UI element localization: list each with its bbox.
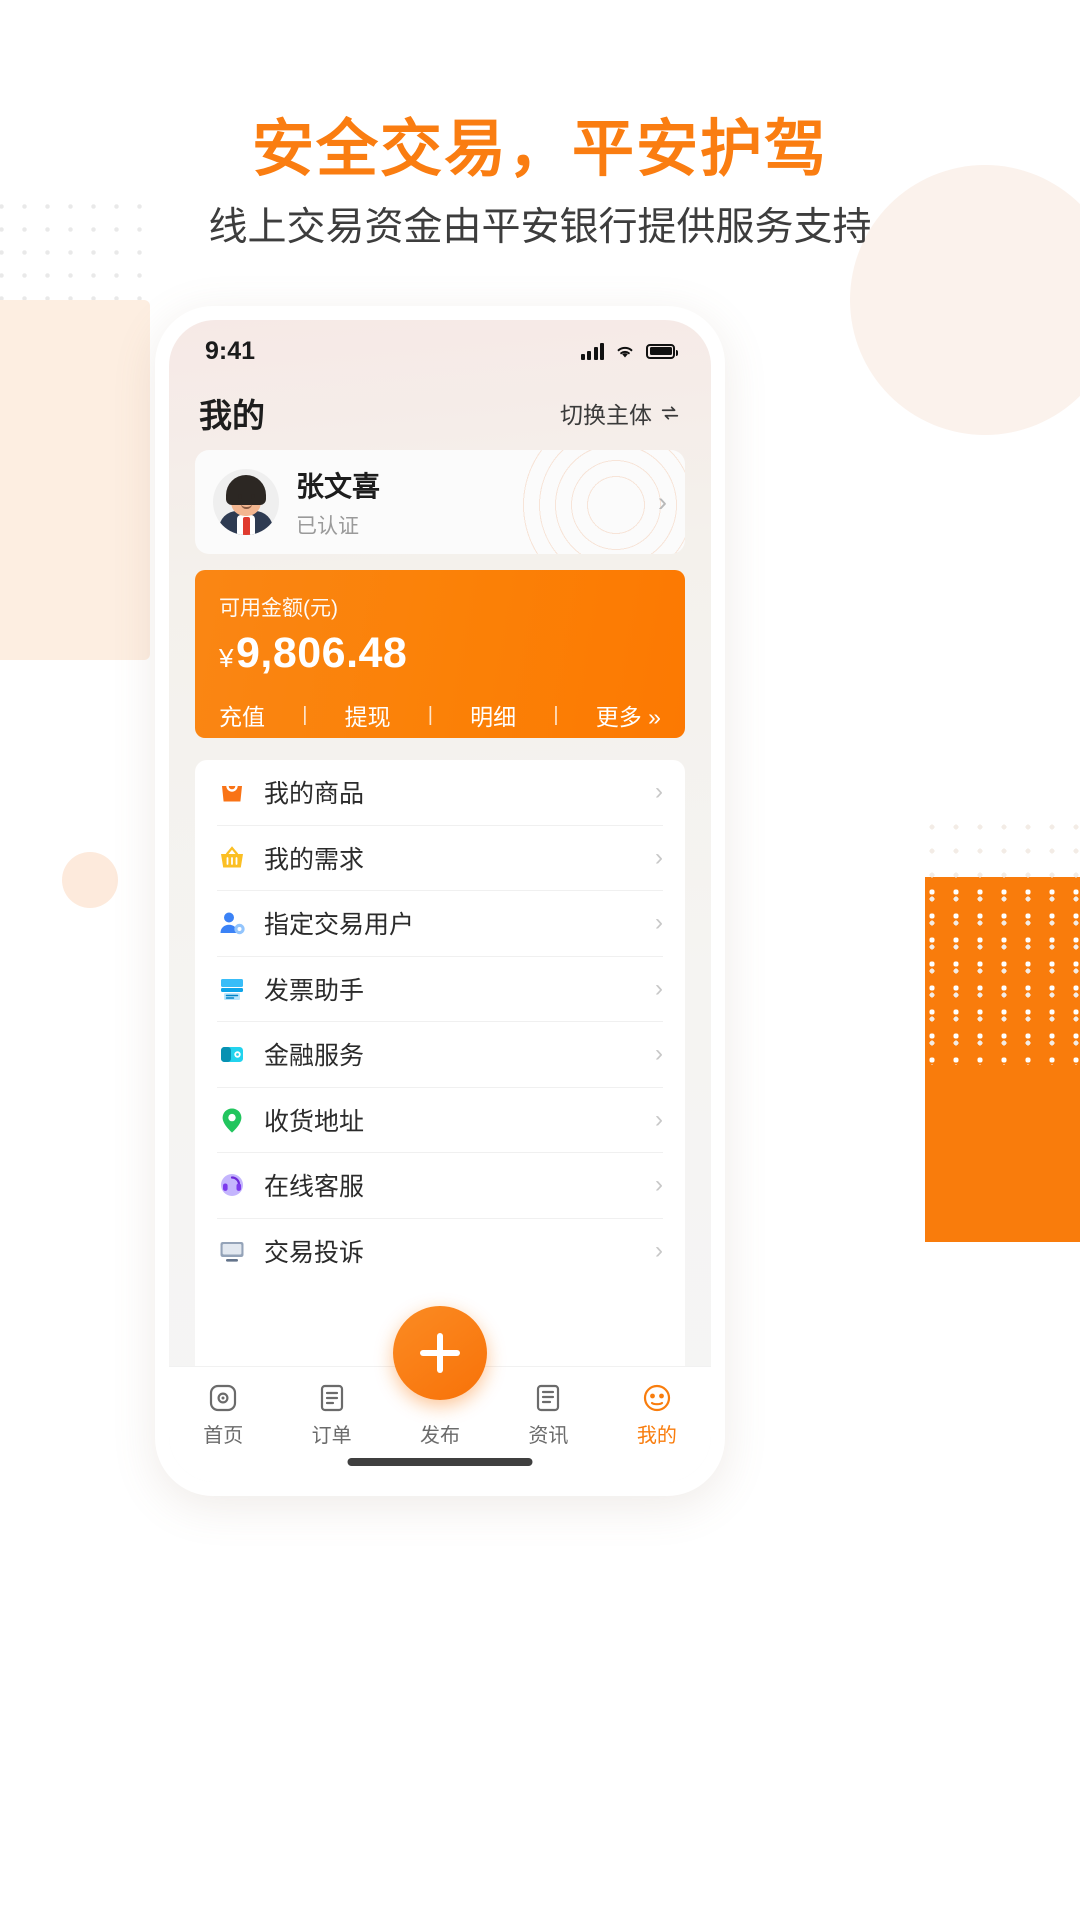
chevron-right-icon: › (655, 909, 663, 937)
invoice-icon (221, 978, 243, 1000)
decor-peach-block (0, 300, 150, 660)
profile-card[interactable]: 张文喜 已认证 › (195, 450, 685, 554)
menu-item-label: 指定交易用户 (264, 911, 415, 940)
switch-entity-button[interactable]: 切换主体 (560, 396, 681, 430)
home-icon (210, 1384, 237, 1412)
avatar (213, 469, 279, 535)
chevron-right-icon: › (655, 974, 663, 1002)
phone-screen: 9:41 我的 切换主体 张文喜 已认证 › 可用金额(元) ¥9,806.48… (169, 320, 711, 1482)
battery-full-icon (646, 343, 678, 359)
menu-item-my-products[interactable]: 我的商品 › (217, 760, 663, 826)
profile-text: 张文喜 已认证 (296, 465, 380, 540)
balance-action-details[interactable]: 明细 (470, 698, 516, 732)
promo-subline: 线上交易资金由平安银行提供服务支持 (208, 206, 872, 249)
tab-home[interactable]: 首页 (169, 1382, 277, 1448)
location-pin-icon (222, 1108, 242, 1133)
chevron-right-icon: › (655, 1237, 663, 1265)
cellular-signal-icon (580, 342, 604, 360)
basket-icon (221, 846, 243, 868)
profile-status: 已认证 (296, 514, 359, 538)
menu-item-transaction-complaint[interactable]: 交易投诉 › (217, 1219, 663, 1285)
menu-item-designated-users[interactable]: 指定交易用户 › (217, 891, 663, 957)
wallet-icon (221, 1047, 243, 1063)
chevron-right-icon: › (655, 1040, 663, 1068)
shopping-bag-icon (222, 785, 242, 802)
decor-dot-grid-right-white (920, 880, 1080, 1065)
tab-label: 资讯 (528, 1425, 569, 1447)
monitor-icon (220, 1242, 244, 1262)
menu-item-invoice-helper[interactable]: 发票助手 › (217, 957, 663, 1022)
decor-circle-small (62, 852, 118, 908)
headset-icon (221, 1174, 243, 1197)
status-bar: 9:41 (169, 320, 711, 382)
menu-item-online-support[interactable]: 在线客服 › (217, 1153, 663, 1219)
menu-item-label: 收货地址 (264, 1107, 365, 1136)
balance-action-more[interactable]: 更多 » (596, 698, 661, 732)
menu-item-financial-services[interactable]: 金融服务 › (217, 1022, 663, 1088)
page-title: 我的 (199, 397, 265, 434)
tab-label: 发布 (420, 1425, 461, 1447)
balance-card: 可用金额(元) ¥9,806.48 充值 | 提现 | 明细 | 更多 » (195, 570, 685, 738)
phone-mockup: 9:41 我的 切换主体 张文喜 已认证 › 可用金额(元) ¥9,806.48… (155, 306, 725, 1496)
menu-item-label: 我的商品 (264, 780, 365, 809)
chevron-right-icon: › (655, 843, 663, 871)
separator: | (553, 703, 559, 726)
status-time: 9:41 (205, 336, 256, 365)
swap-arrows-icon (661, 406, 679, 420)
user-settings-icon (220, 912, 245, 935)
currency-symbol: ¥ (219, 643, 234, 673)
balance-action-withdraw[interactable]: 提现 (345, 698, 391, 732)
chevron-right-icon: › (655, 778, 663, 806)
tab-orders[interactable]: 订单 (277, 1382, 385, 1448)
status-indicators (580, 342, 678, 360)
menu-item-label: 发票助手 (264, 976, 365, 1005)
wifi-icon (617, 346, 633, 358)
profile-icon (643, 1384, 670, 1412)
order-icon (320, 1384, 343, 1412)
menu-item-label: 我的需求 (264, 845, 365, 874)
tab-news[interactable]: 资讯 (494, 1382, 602, 1448)
chevron-right-icon: › (658, 486, 667, 517)
switch-entity-label: 切换主体 (560, 402, 652, 428)
menu-item-my-demands[interactable]: 我的需求 › (217, 826, 663, 891)
promo-headline: 安全交易，平安护驾 (251, 115, 828, 184)
tab-profile[interactable]: 我的 (603, 1382, 711, 1448)
tab-label: 订单 (311, 1425, 352, 1447)
page-header: 我的 切换主体 (169, 382, 711, 444)
separator: | (302, 703, 308, 726)
menu-item-label: 金融服务 (264, 1042, 365, 1071)
news-icon (537, 1384, 560, 1412)
balance-label: 可用金额(元) (219, 597, 338, 620)
balance-action-recharge[interactable]: 充值 (219, 698, 265, 732)
tab-label: 首页 (203, 1425, 244, 1447)
balance-amount: ¥9,806.48 (219, 629, 661, 678)
menu-item-shipping-address[interactable]: 收货地址 › (217, 1088, 663, 1153)
profile-name: 张文喜 (296, 470, 381, 502)
separator: | (427, 703, 433, 726)
home-indicator (347, 1458, 533, 1466)
chevron-right-icon: › (655, 1105, 663, 1133)
tab-label: 我的 (636, 1425, 677, 1447)
publish-fab-button[interactable] (393, 1306, 487, 1400)
chevron-right-icon: › (655, 1171, 663, 1199)
menu-item-label: 在线客服 (264, 1173, 365, 1202)
balance-value: 9,806.48 (235, 629, 408, 677)
menu-item-label: 交易投诉 (264, 1239, 365, 1268)
balance-actions: 充值 | 提现 | 明细 | 更多 » (219, 698, 661, 732)
